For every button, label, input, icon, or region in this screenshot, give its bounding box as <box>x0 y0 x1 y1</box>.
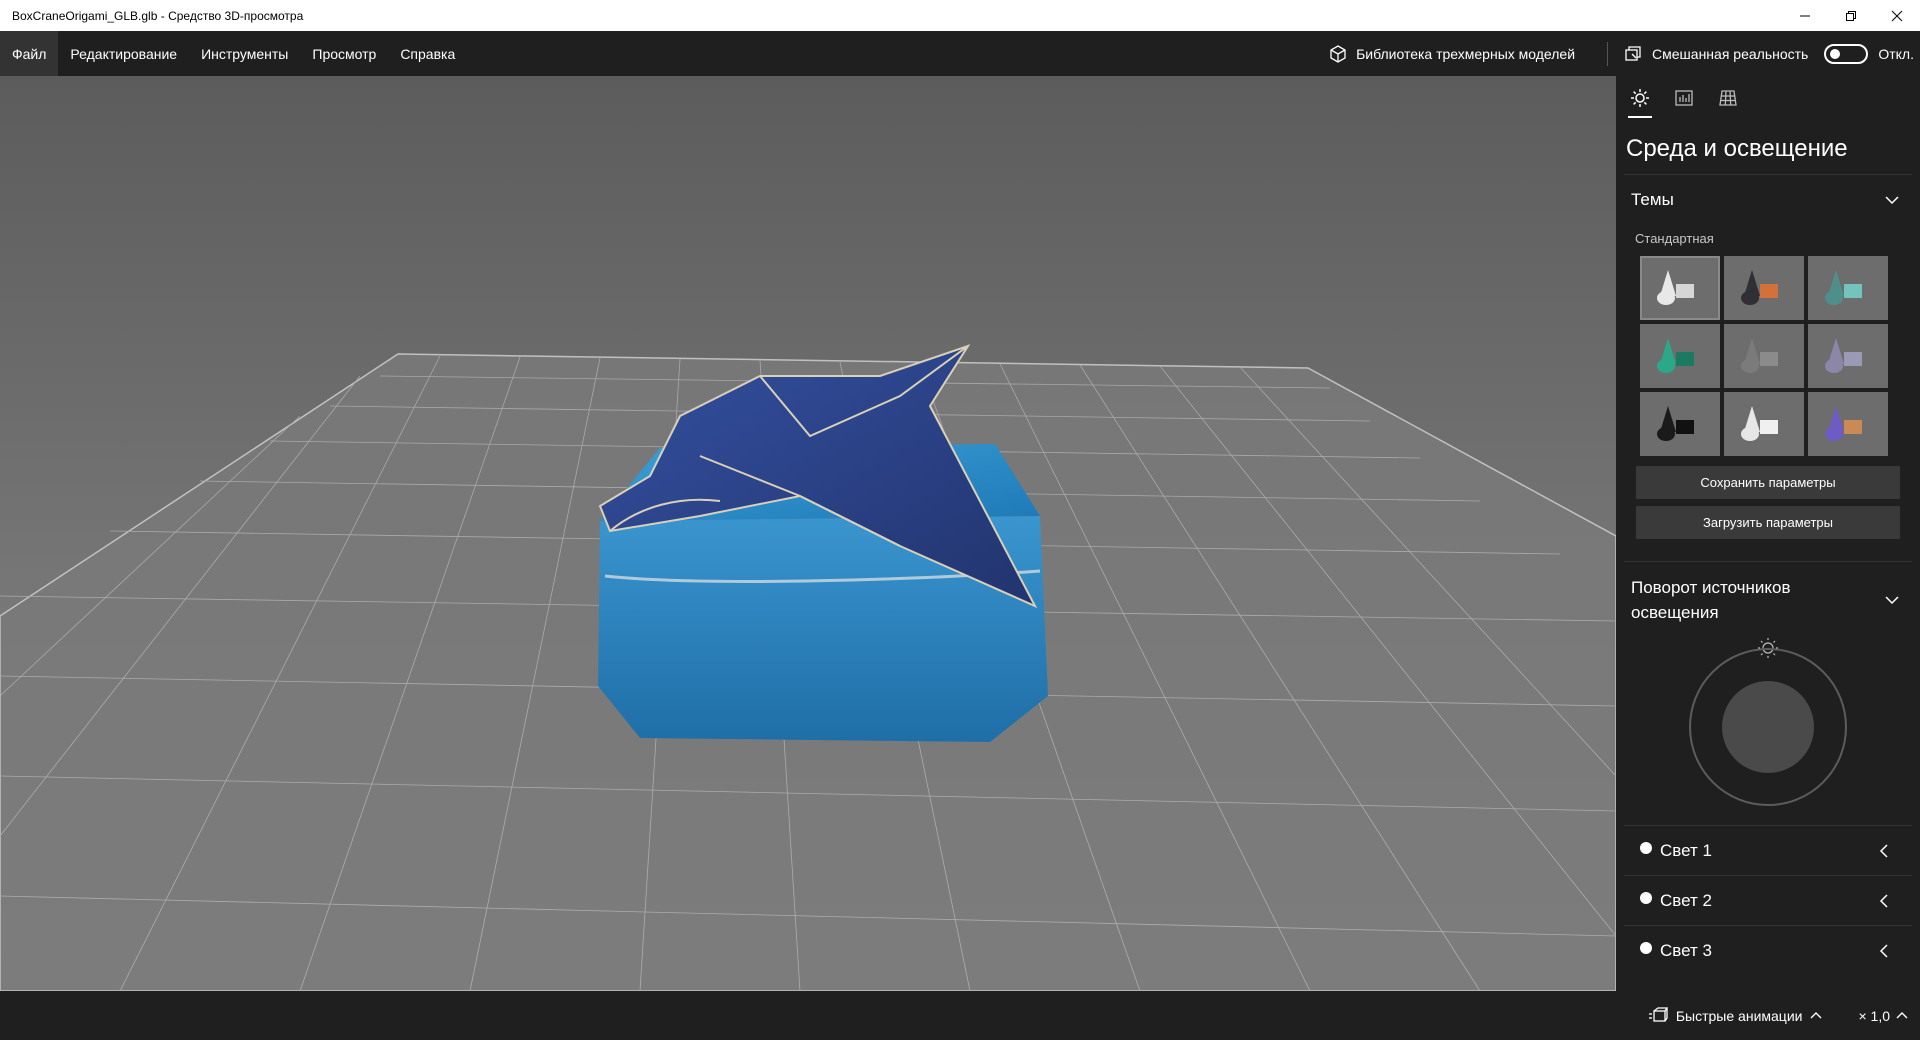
sun-icon <box>1631 89 1649 107</box>
light-3-indicator <box>1640 941 1652 954</box>
theme-preview-icon <box>1724 324 1804 388</box>
theme-white[interactable] <box>1640 256 1720 320</box>
theme-dark-orange[interactable] <box>1724 256 1804 320</box>
mixed-reality-button[interactable]: Смешанная реальность <box>1616 31 1816 76</box>
chevron-left-icon <box>1879 843 1888 858</box>
quick-animations-button[interactable]: Быстрые анимации <box>1648 1006 1837 1025</box>
light-rotation-label-line1: Поворот источников <box>1631 578 1791 597</box>
minimize-button[interactable] <box>1782 0 1828 31</box>
light-rotation-dial[interactable] <box>1616 638 1920 808</box>
cube-icon <box>1330 44 1346 63</box>
environment-panel: Среда и освещение Темы Стандартная Сохра… <box>1616 76 1920 991</box>
theme-light[interactable] <box>1724 392 1804 456</box>
3d-library-button[interactable]: Библиотека трехмерных моделей <box>1316 31 1599 76</box>
menu-separator <box>1607 41 1609 66</box>
theme-black[interactable] <box>1640 392 1720 456</box>
menu-edit[interactable]: Редактирование <box>58 31 189 76</box>
minimize-icon <box>1800 15 1810 16</box>
theme-lavender[interactable] <box>1808 324 1888 388</box>
light-1-label: Свет 1 <box>1660 840 1712 860</box>
toggle-knob <box>1830 48 1841 59</box>
panel-tabs <box>1616 76 1920 124</box>
panel-title: Среда и освещение <box>1626 135 1848 162</box>
light-rotation-label-line2: освещения <box>1631 603 1719 622</box>
rotation-handle <box>1722 681 1814 773</box>
tab-lighting[interactable] <box>1626 88 1654 120</box>
theme-preview-icon <box>1640 392 1720 456</box>
theme-purple-orange[interactable] <box>1808 392 1888 456</box>
menu-bar: Файл Редактирование Инструменты Просмотр… <box>0 31 1920 76</box>
playback-speed-value: × 1,0 <box>1858 1007 1890 1024</box>
scene-canvas <box>0 344 1616 991</box>
theme-teal[interactable] <box>1808 256 1888 320</box>
toggle-state-label: Откл. <box>1878 45 1914 62</box>
light-2-indicator <box>1640 891 1652 904</box>
theme-preview-icon <box>1640 324 1720 388</box>
restore-button[interactable] <box>1828 0 1874 31</box>
theme-preview-icon <box>1808 392 1888 456</box>
close-button[interactable] <box>1874 0 1920 31</box>
chevron-left-icon <box>1879 943 1888 958</box>
light-1-indicator <box>1640 841 1652 854</box>
grid-icon <box>1719 90 1737 106</box>
menu-tools[interactable]: Инструменты <box>189 31 300 76</box>
light-2-label: Свет 2 <box>1660 890 1712 910</box>
close-icon <box>1891 10 1903 21</box>
light-rotation-header[interactable]: Поворот источников освещения <box>1616 562 1920 638</box>
chevron-down-icon <box>1885 596 1899 605</box>
title-bar: BoxCraneOrigami_GLB.glb - Средство 3D-пр… <box>0 0 1920 31</box>
light-rotation-label: Поворот источников освещения <box>1631 575 1791 625</box>
chevron-up-icon <box>1810 1011 1822 1018</box>
tab-stats[interactable] <box>1670 88 1698 120</box>
themes-grid <box>1616 246 1920 456</box>
light-2-row[interactable]: Свет 2 <box>1624 875 1912 925</box>
save-settings-button[interactable]: Сохранить параметры <box>1636 466 1900 499</box>
theme-preview-icon <box>1808 256 1888 320</box>
theme-preview-icon <box>1724 392 1804 456</box>
theme-preview-icon <box>1724 256 1804 320</box>
load-settings-button[interactable]: Загрузить параметры <box>1636 506 1900 539</box>
theme-preview-icon <box>1808 324 1888 388</box>
animation-icon <box>1648 1006 1668 1022</box>
mixed-reality-icon <box>1625 45 1641 61</box>
theme-grey[interactable] <box>1724 324 1804 388</box>
quick-animations-label: Быстрые анимации <box>1675 1007 1803 1024</box>
bottom-bar: Быстрые анимации × 1,0 <box>0 991 1920 1040</box>
light-3-label: Свет 3 <box>1660 940 1712 960</box>
menu-file[interactable]: Файл <box>0 31 59 76</box>
chevron-down-icon <box>1885 196 1899 205</box>
3d-library-label: Библиотека трехмерных моделей <box>1356 45 1576 62</box>
themes-sublabel: Стандартная <box>1635 231 1714 246</box>
light-1-row[interactable]: Свет 1 <box>1624 825 1912 875</box>
theme-green[interactable] <box>1640 324 1720 388</box>
light-3-row[interactable]: Свет 3 <box>1624 925 1912 975</box>
playback-speed-button[interactable]: × 1,0 <box>1836 1008 1912 1024</box>
menu-help[interactable]: Справка <box>388 31 467 76</box>
window-title: BoxCraneOrigami_GLB.glb - Средство 3D-пр… <box>12 8 304 23</box>
stats-chart-icon <box>1675 90 1693 106</box>
restore-icon <box>1846 10 1856 21</box>
tab-grid[interactable] <box>1714 88 1742 120</box>
themes-label: Темы <box>1631 190 1674 209</box>
chevron-left-icon <box>1879 893 1888 908</box>
3d-viewport[interactable] <box>0 76 1616 991</box>
mixed-reality-label: Смешанная реальность <box>1652 45 1809 62</box>
themes-header[interactable]: Темы <box>1616 175 1920 225</box>
theme-preview-icon <box>1640 256 1720 320</box>
menu-view[interactable]: Просмотр <box>300 31 388 76</box>
mixed-reality-toggle[interactable] <box>1824 43 1869 64</box>
chevron-up-icon <box>1896 1011 1908 1018</box>
